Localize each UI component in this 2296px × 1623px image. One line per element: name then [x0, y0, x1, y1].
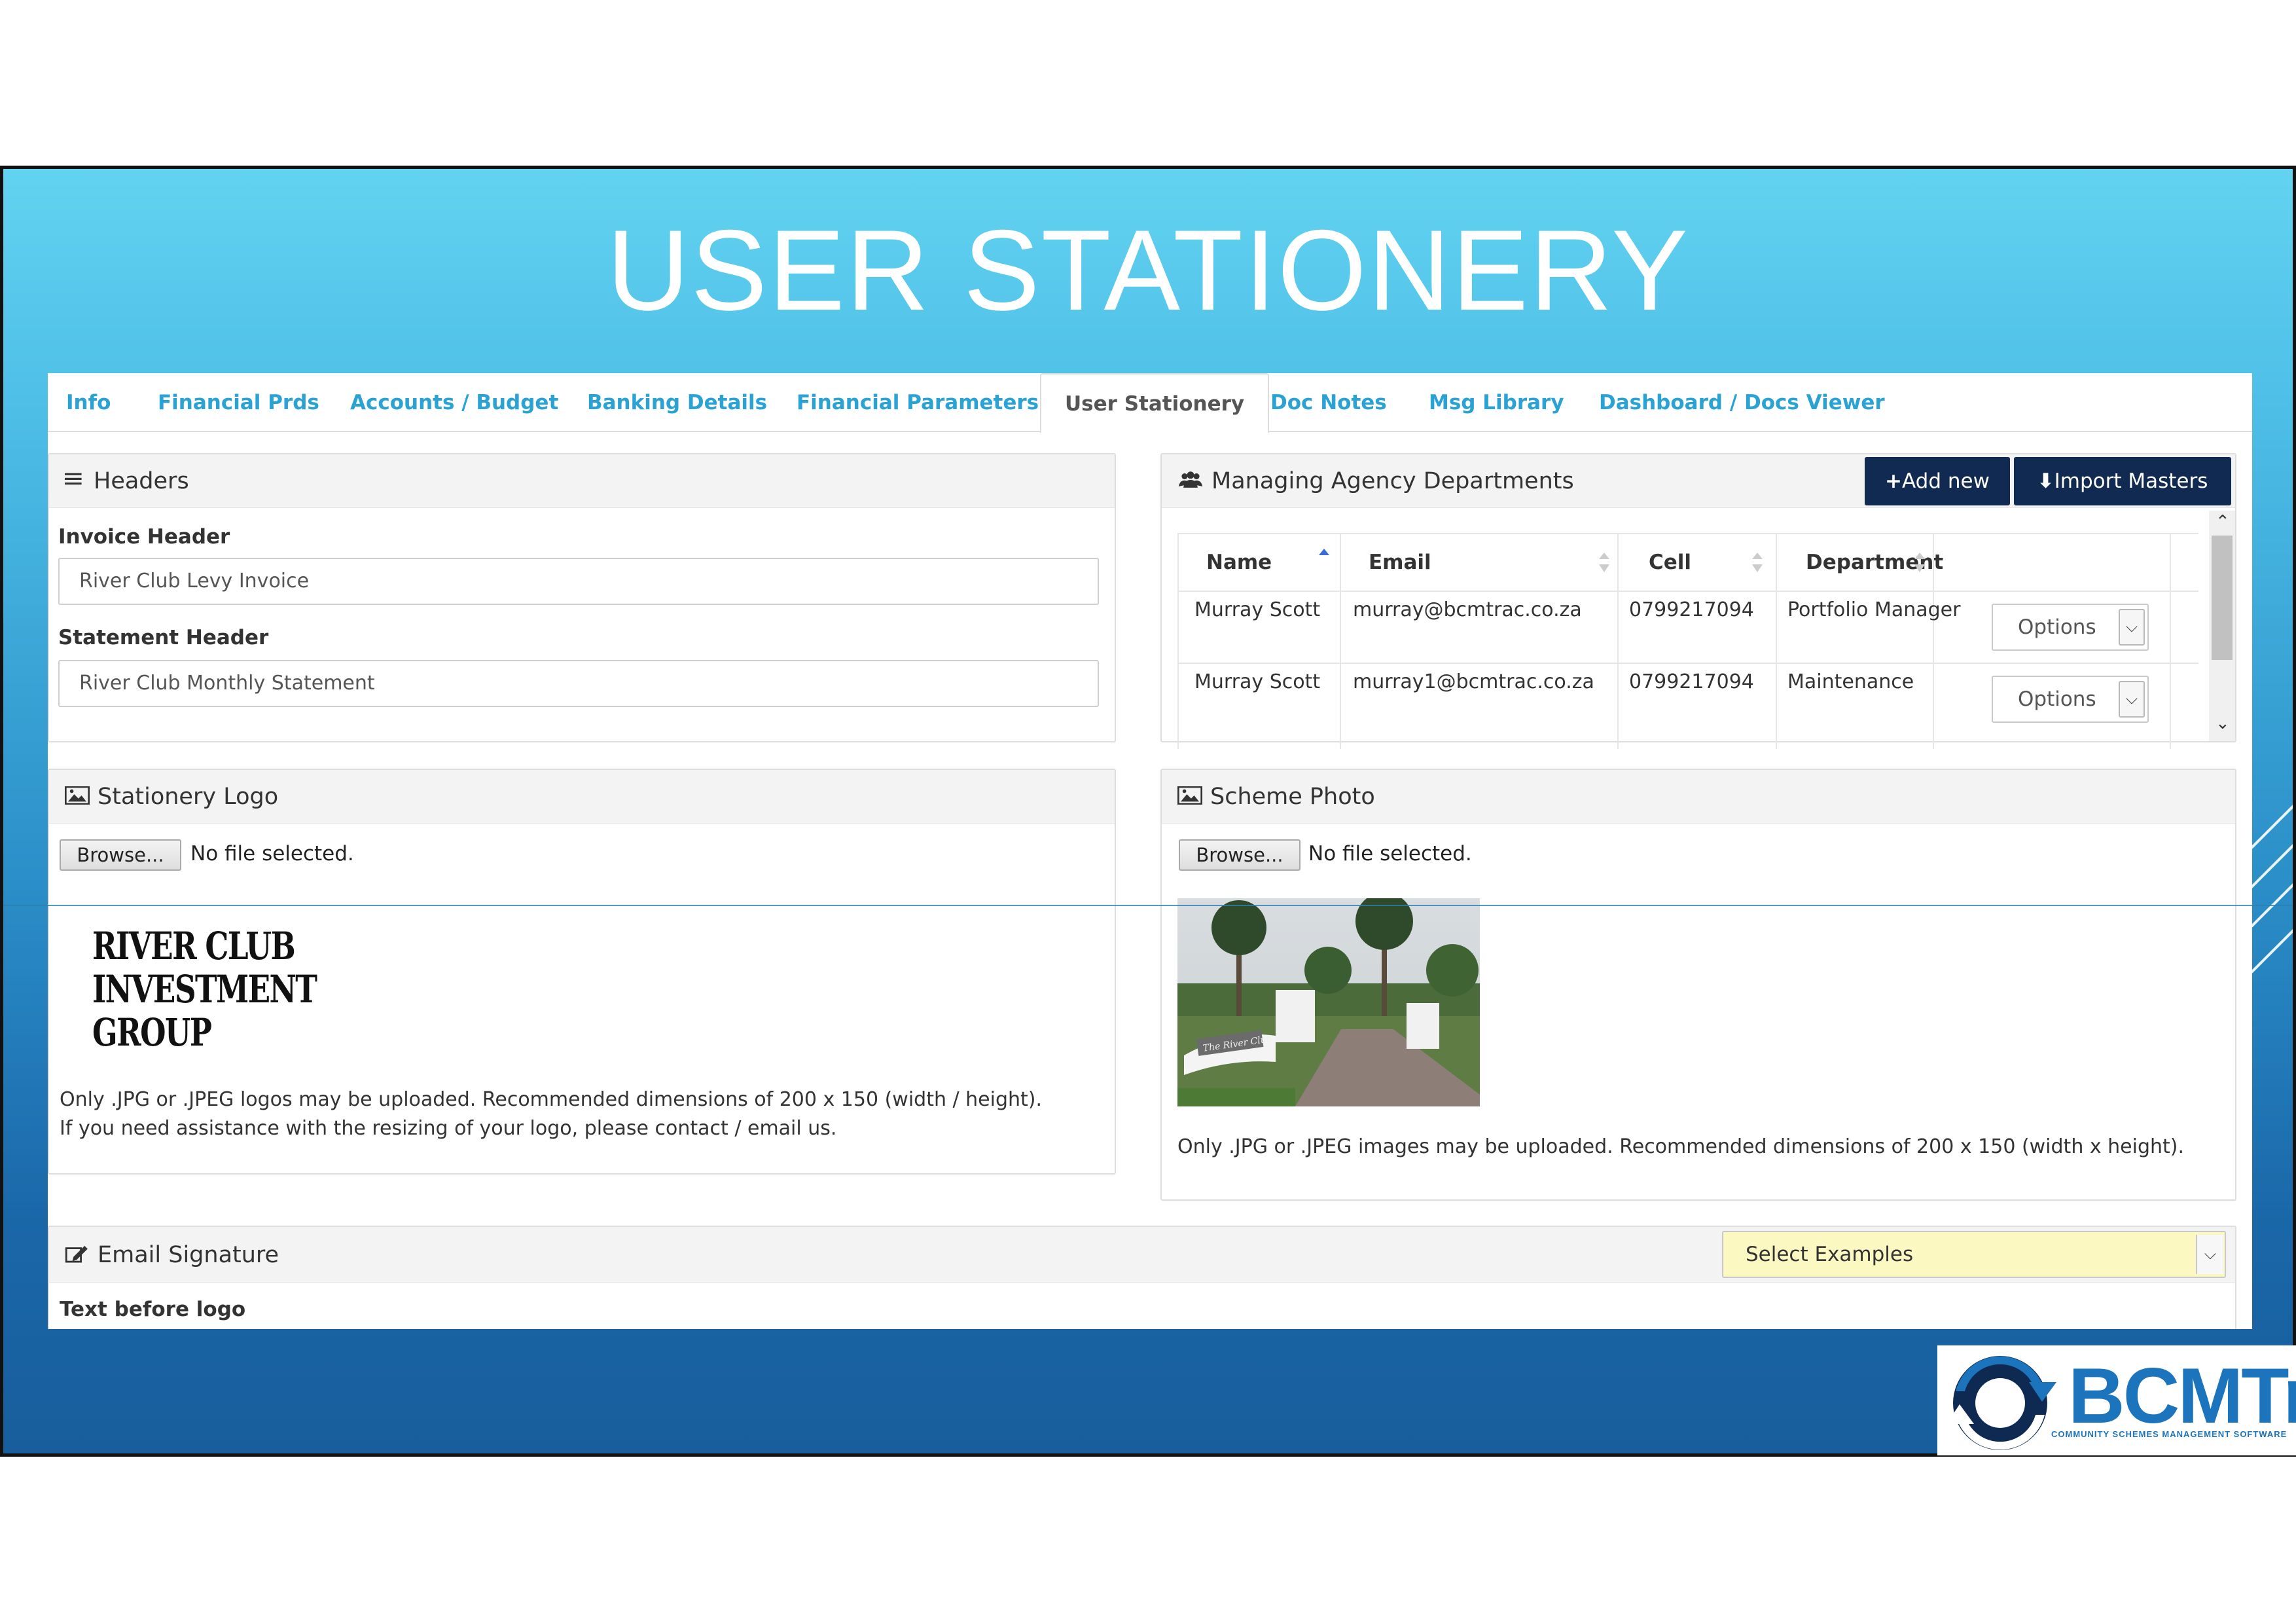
users-icon [1178, 471, 1203, 488]
table-divider [1617, 533, 1619, 749]
table-cell-name: Murray Scott [1194, 598, 1321, 621]
plus-icon: + [1885, 469, 1903, 493]
stationery-logo-header: Stationery Logo [49, 770, 1115, 824]
departments-title: Managing Agency Departments [1211, 468, 1574, 494]
decor-line [2247, 919, 2293, 977]
chevron-down-icon: ⌵ [2119, 609, 2145, 646]
table-divider [1177, 533, 1179, 749]
add-new-label: Add new [1902, 469, 1990, 493]
table-divider [1776, 533, 1777, 749]
table-cell-email: murray@bcmtrac.co.za [1353, 598, 1582, 621]
photo-file-status: No file selected. [1308, 842, 1472, 866]
email-signature-panel: Email Signature Select Examples ⌵ Text b… [48, 1226, 2236, 1329]
app-panel: Info Financial Prds Accounts / Budget Ba… [48, 373, 2252, 1329]
scheme-photo-image: The River Club [1177, 898, 1480, 1106]
select-examples-label: Select Examples [1746, 1243, 1914, 1266]
sort-asc-icon [1319, 549, 1329, 555]
col-cell[interactable]: Cell [1649, 533, 1691, 592]
table-cell-department: Portfolio Manager [1787, 598, 1961, 621]
sort-icon [1752, 553, 1763, 572]
scheme-photo-title: Scheme Photo [1210, 784, 1375, 810]
tab-msg-library[interactable]: Msg Library [1429, 373, 1564, 432]
select-examples-dropdown[interactable]: Select Examples ⌵ [1722, 1231, 2226, 1278]
tab-banking-details[interactable]: Banking Details [587, 373, 767, 432]
edit-icon [65, 1245, 88, 1263]
chevron-down-icon: ⌵ [2196, 1235, 2223, 1274]
tab-financial-parameters[interactable]: Financial Parameters [797, 373, 1039, 432]
logo-file-status: No file selected. [190, 842, 354, 866]
statement-header-label: Statement Header [58, 626, 269, 649]
slide-frame: USER STATIONERY Info Financial Prds Acco… [0, 166, 2296, 1457]
table-divider [1340, 533, 1341, 749]
tab-user-stationery[interactable]: User Stationery [1040, 373, 1270, 433]
tab-bar: Info Financial Prds Accounts / Budget Ba… [48, 373, 2252, 433]
statement-header-input[interactable]: River Club Monthly Statement [58, 660, 1099, 707]
col-email[interactable]: Email [1369, 533, 1431, 592]
scroll-up-icon[interactable]: ⌃ [2215, 512, 2230, 532]
options-dropdown[interactable]: Options ⌵ [1992, 676, 2149, 723]
text-before-logo-label: Text before logo [60, 1298, 246, 1321]
invoice-header-label: Invoice Header [58, 525, 230, 549]
table-scrollbar[interactable]: ⌃ ⌄ [2209, 511, 2235, 741]
browse-logo-button[interactable]: Browse... [60, 839, 181, 871]
invoice-header-input[interactable]: River Club Levy Invoice [58, 558, 1099, 605]
table-divider [1933, 533, 1934, 749]
import-masters-label: Import Masters [2054, 469, 2208, 493]
departments-panel: Managing Agency Departments +Add new ⬇Im… [1160, 453, 2236, 749]
slide-title: USER STATIONERY [607, 207, 1689, 335]
menu-icon [65, 473, 82, 485]
table-cell-cell: 0799217094 [1629, 670, 1754, 693]
options-label: Options [2018, 615, 2096, 639]
headers-panel: Headers Invoice Header River Club Levy I… [48, 453, 1116, 742]
tab-accounts-budget[interactable]: Accounts / Budget [350, 373, 558, 432]
table-cell-name: Murray Scott [1194, 670, 1321, 693]
scroll-thumb[interactable] [2212, 536, 2233, 660]
logo-line: RIVER CLUB [92, 924, 296, 968]
image-icon [65, 786, 90, 805]
decor-line [2247, 794, 2293, 852]
email-signature-title: Email Signature [98, 1242, 279, 1268]
tab-dashboard-docs-viewer[interactable]: Dashboard / Docs Viewer [1599, 373, 1885, 432]
logo-line: GROUP [92, 1010, 212, 1055]
col-name[interactable]: Name [1206, 533, 1272, 592]
brand-name: BCMTrac [2068, 1352, 2296, 1440]
options-dropdown[interactable]: Options ⌵ [1992, 604, 2149, 651]
logo-help-text-2: If you need assistance with the resizing… [60, 1117, 837, 1140]
download-icon: ⬇ [2037, 469, 2054, 493]
table-cell-email: murray1@bcmtrac.co.za [1353, 670, 1594, 693]
scheme-photo-header: Scheme Photo [1162, 770, 2235, 824]
import-masters-button[interactable]: ⬇Import Masters [2014, 457, 2231, 505]
table-divider [2170, 533, 2171, 749]
table-divider [1177, 663, 2198, 664]
overlay-line [3, 905, 2293, 906]
scroll-down-icon[interactable]: ⌄ [2215, 714, 2230, 733]
logo-line: INVESTMENT [92, 967, 317, 1012]
sort-icon [1599, 553, 1609, 572]
headers-title: Headers [94, 468, 189, 494]
brand-tagline: COMMUNITY SCHEMES MANAGEMENT SOFTWARE [2051, 1429, 2287, 1439]
bcmtrac-logo-icon [1946, 1356, 2056, 1450]
browse-photo-button[interactable]: Browse... [1179, 839, 1300, 871]
table-cell-cell: 0799217094 [1629, 598, 1754, 621]
stationery-logo-panel: Stationery Logo Browse... No file select… [48, 769, 1116, 1175]
table-cell-department: Maintenance [1787, 670, 1914, 693]
sort-icon [1914, 553, 1925, 572]
scheme-photo-panel: Scheme Photo Browse... No file selected. [1160, 769, 2236, 1201]
add-new-button[interactable]: +Add new [1865, 457, 2010, 505]
photo-help-text: Only .JPG or .JPEG images may be uploade… [1177, 1135, 2185, 1158]
tab-doc-notes[interactable]: Doc Notes [1270, 373, 1387, 432]
logo-help-text: Only .JPG or .JPEG logos may be uploaded… [60, 1088, 1043, 1111]
options-label: Options [2018, 687, 2096, 711]
image-icon [1177, 786, 1202, 805]
headers-panel-header: Headers [49, 454, 1115, 508]
chevron-down-icon: ⌵ [2119, 681, 2145, 718]
stationery-logo-title: Stationery Logo [98, 784, 279, 810]
tab-info[interactable]: Info [66, 373, 111, 432]
river-club-logo: RIVER CLUB INVESTMENT GROUP [92, 924, 317, 1055]
bcmtrac-logo: BCMTrac COMMUNITY SCHEMES MANAGEMENT SOF… [1937, 1345, 2296, 1455]
departments-table: Name Email Cell Department Murray Scott [1177, 533, 2198, 749]
tab-financial-prds[interactable]: Financial Prds [158, 373, 319, 432]
table-divider [1177, 591, 2198, 592]
